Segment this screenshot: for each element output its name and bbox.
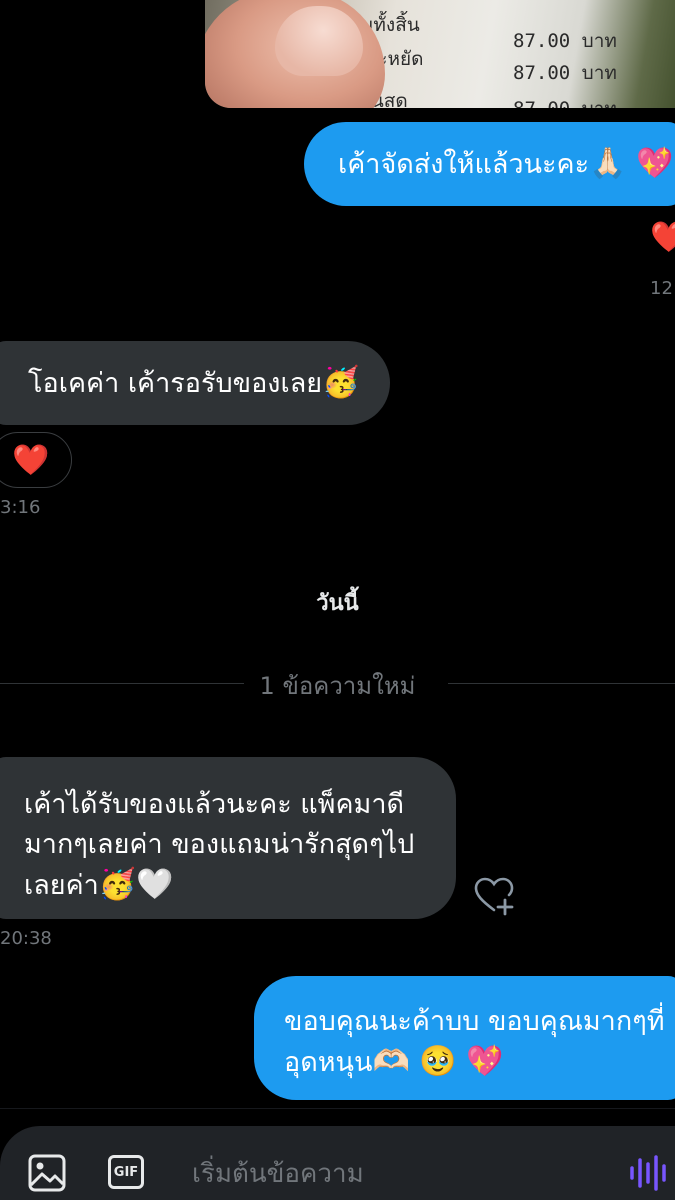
dm-conversation-screen: รวมทั้งสิ้น 87.00 บาท ประหยัด 87.00 บาท … [0,0,675,1200]
add-reaction-icon[interactable] [472,874,516,918]
message-text-line: เลยค่า [24,870,99,901]
message-text-line: ขอบคุณนะค้าบบ ขอบคุณมากๆที่ [284,1006,665,1037]
message-text-line: มากๆเลยค่า ของแถมน่ารักสุดๆไป [24,829,415,860]
message-emoji: 🫶🏻 🥹 💖 [372,1044,504,1079]
message-text: เค้าจัดส่งให้แล้วนะคะ [338,149,590,180]
message-text-line: เค้าได้รับของแล้วนะคะ แพ็คมาดี [24,789,405,820]
photo-message[interactable]: รวมทั้งสิ้น 87.00 บาท ประหยัด 87.00 บาท … [205,0,675,108]
new-messages-divider: 1 ข้อความใหม่ [0,666,675,702]
message-text-line: อุดหนุน [284,1047,373,1078]
gif-button[interactable]: GIF [108,1155,144,1189]
message-emoji: 🙏🏻 💖 [589,146,674,181]
message-timestamp: 12: [650,278,675,299]
incoming-message[interactable]: เค้าได้รับของแล้วนะคะ แพ็คมาดี มากๆเลยค่… [0,757,456,919]
voice-wave-icon[interactable] [628,1154,668,1192]
message-timestamp: 20:38 [0,928,52,949]
incoming-message[interactable]: โอเคค่า เค้ารอรับของเลย🥳 [0,341,390,425]
message-emoji: 🥳🤍 [98,867,174,902]
message-text: โอเคค่า เค้ารอรับของเลย [28,368,323,399]
outgoing-message[interactable]: เค้าจัดส่งให้แล้วนะคะ🙏🏻 💖 [304,122,675,206]
receipt-line: 87.00 บาท [513,30,617,52]
heart-reaction[interactable]: ❤️ [0,432,72,488]
heart-reaction[interactable]: ❤️ [650,220,675,255]
thumbnail-in-photo [275,6,363,76]
new-messages-label: 1 ข้อความใหม่ [245,672,430,700]
image-icon[interactable] [28,1154,66,1192]
message-emoji: 🥳 [322,365,360,400]
message-input[interactable]: เริ่มต้นข้อความ [192,1153,364,1194]
message-timestamp: 3:16 [0,497,41,518]
receipt-line: 87.00 บาท [513,62,617,84]
receipt-line: 87.00 บาท [513,94,617,108]
composer-divider [0,1108,675,1109]
outgoing-message[interactable]: ขอบคุณนะค้าบบ ขอบคุณมากๆที่ อุดหนุน🫶🏻 🥹 … [254,976,675,1100]
date-separator: วันนี้ [316,591,359,616]
